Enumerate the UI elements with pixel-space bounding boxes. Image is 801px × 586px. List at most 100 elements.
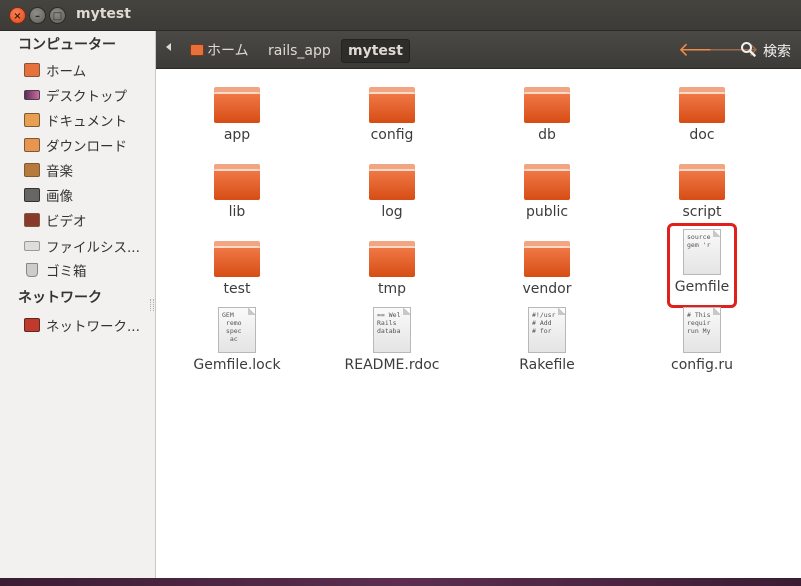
file-preview-line: run My: [687, 327, 711, 335]
sidebar-item-label: デスクトップ: [46, 89, 127, 105]
desktop-icon: [24, 90, 40, 100]
file-name: vendor: [522, 281, 572, 297]
folder-icon: [679, 164, 725, 200]
downloads-folder-icon: [24, 138, 40, 152]
breadcrumb-label: ホーム: [207, 43, 249, 59]
selection-highlight: [667, 223, 737, 308]
sidebar-item-filesystem[interactable]: ファイルシス...: [24, 235, 150, 257]
sidebar-item-label: ゴミ箱: [46, 264, 87, 280]
sidebar-item-trash[interactable]: ゴミ箱: [24, 259, 150, 281]
file-preview-line: databa: [377, 327, 401, 335]
folder-icon: [369, 241, 415, 277]
file-name: tmp: [377, 281, 406, 297]
sidebar-item-label: ネットワーク...: [46, 319, 140, 335]
file-item-log[interactable]: log: [337, 164, 447, 220]
file-name: public: [525, 204, 569, 220]
file-name: script: [682, 204, 722, 220]
file-item-readme[interactable]: == Wel Rails databa README.rdoc: [337, 307, 447, 373]
folder-icon: [214, 241, 260, 277]
documents-folder-icon: [24, 113, 40, 127]
sidebar-item-label: ファイルシス...: [46, 240, 140, 256]
file-name: config.ru: [671, 357, 733, 373]
sidebar-item-label: 音楽: [46, 164, 73, 180]
file-item-doc[interactable]: doc: [647, 87, 757, 143]
file-item-vendor[interactable]: vendor: [492, 241, 602, 297]
network-icon: [24, 318, 40, 332]
file-preview-line: # This: [687, 311, 711, 319]
sidebar-item-label: ホーム: [46, 64, 87, 80]
sidebar-resize-handle[interactable]: [150, 299, 154, 311]
file-item-lib[interactable]: lib: [182, 164, 292, 220]
file-name: lib: [228, 204, 246, 220]
file-name: log: [381, 204, 403, 220]
file-preview-line: #!/usr: [532, 311, 556, 319]
breadcrumb-rails-app[interactable]: rails_app: [262, 39, 337, 63]
folder-icon: [214, 164, 260, 200]
filesystem-icon: [24, 241, 40, 251]
folder-icon: [524, 241, 570, 277]
window-close-button[interactable]: ×: [9, 7, 26, 24]
file-name: Gemfile.lock: [193, 357, 281, 373]
folder-icon: [369, 164, 415, 200]
videos-folder-icon: [24, 213, 40, 227]
file-item-config[interactable]: config: [337, 87, 447, 143]
sidebar-item-music[interactable]: 音楽: [24, 159, 150, 181]
file-preview-line: remo: [222, 319, 242, 327]
file-item-tmp[interactable]: tmp: [337, 241, 447, 297]
sidebar-item-label: 画像: [46, 189, 73, 205]
home-folder-icon: [190, 44, 204, 56]
text-file-icon: #!/usr # Add # for: [528, 307, 566, 353]
file-name: README.rdoc: [344, 357, 440, 373]
file-name: config: [370, 127, 414, 143]
search-button-label[interactable]: 検索: [763, 41, 791, 61]
sidebar-item-desktop[interactable]: デスクトップ: [24, 84, 150, 106]
file-item-db[interactable]: db: [492, 87, 602, 143]
music-folder-icon: [24, 163, 40, 177]
window-maximize-button[interactable]: □: [49, 7, 66, 24]
file-preview-line: spec: [222, 327, 242, 335]
file-preview-line: Rails: [377, 319, 397, 327]
file-item-public[interactable]: public: [492, 164, 602, 220]
sidebar-item-label: ダウンロード: [46, 139, 127, 155]
sidebar-item-label: ドキュメント: [46, 114, 127, 130]
file-item-rakefile[interactable]: #!/usr # Add # for Rakefile: [492, 307, 602, 373]
file-preview-line: # for: [532, 327, 552, 335]
file-name: Rakefile: [519, 357, 575, 373]
sidebar-item-label: ビデオ: [46, 214, 87, 230]
breadcrumb-mytest[interactable]: mytest: [341, 39, 410, 63]
folder-icon: [369, 87, 415, 123]
file-icon-view[interactable]: app config db doc lib log public script …: [156, 69, 801, 578]
text-file-icon: # This requir run My: [683, 307, 721, 353]
sidebar-item-downloads[interactable]: ダウンロード: [24, 134, 150, 156]
sidebar-heading-network: ネットワーク: [18, 290, 102, 306]
folder-icon: [524, 87, 570, 123]
sidebar-item-network[interactable]: ネットワーク...: [24, 314, 150, 336]
places-sidebar: コンピューター ホーム デスクトップ ドキュメント ダウンロード 音楽 画像 ビ…: [0, 31, 156, 578]
window-titlebar[interactable]: × – □ mytest: [0, 0, 801, 31]
breadcrumb-home[interactable]: ホーム: [184, 39, 255, 63]
file-item-test[interactable]: test: [182, 241, 292, 297]
sidebar-item-videos[interactable]: ビデオ: [24, 209, 150, 231]
file-preview-line: == Wel: [377, 311, 401, 319]
text-file-icon: == Wel Rails databa: [373, 307, 411, 353]
file-item-app[interactable]: app: [182, 87, 292, 143]
folder-icon: [679, 87, 725, 123]
home-folder-icon: [24, 63, 40, 77]
file-item-gemfile-lock[interactable]: GEM remo spec ac Gemfile.lock: [182, 307, 292, 373]
trash-icon: [26, 263, 38, 277]
file-preview-line: ac: [222, 335, 238, 343]
file-item-script[interactable]: script: [647, 164, 757, 220]
sidebar-heading-computer: コンピューター: [18, 37, 116, 53]
sidebar-item-pictures[interactable]: 画像: [24, 184, 150, 206]
pathbar-scroll-left-icon[interactable]: [166, 43, 171, 51]
file-preview-line: requir: [687, 319, 711, 327]
sidebar-item-home[interactable]: ホーム: [24, 59, 150, 81]
folder-icon: [214, 87, 260, 123]
file-name: db: [538, 127, 556, 143]
window-minimize-button[interactable]: –: [29, 7, 46, 24]
location-toolbar: ホーム rails_app mytest 🡐 🡒 検索: [156, 31, 801, 69]
search-icon[interactable]: [740, 41, 756, 59]
sidebar-item-documents[interactable]: ドキュメント: [24, 109, 150, 131]
file-item-config-ru[interactable]: # This requir run My config.ru: [647, 307, 757, 373]
desktop-background-strip: [0, 578, 801, 586]
